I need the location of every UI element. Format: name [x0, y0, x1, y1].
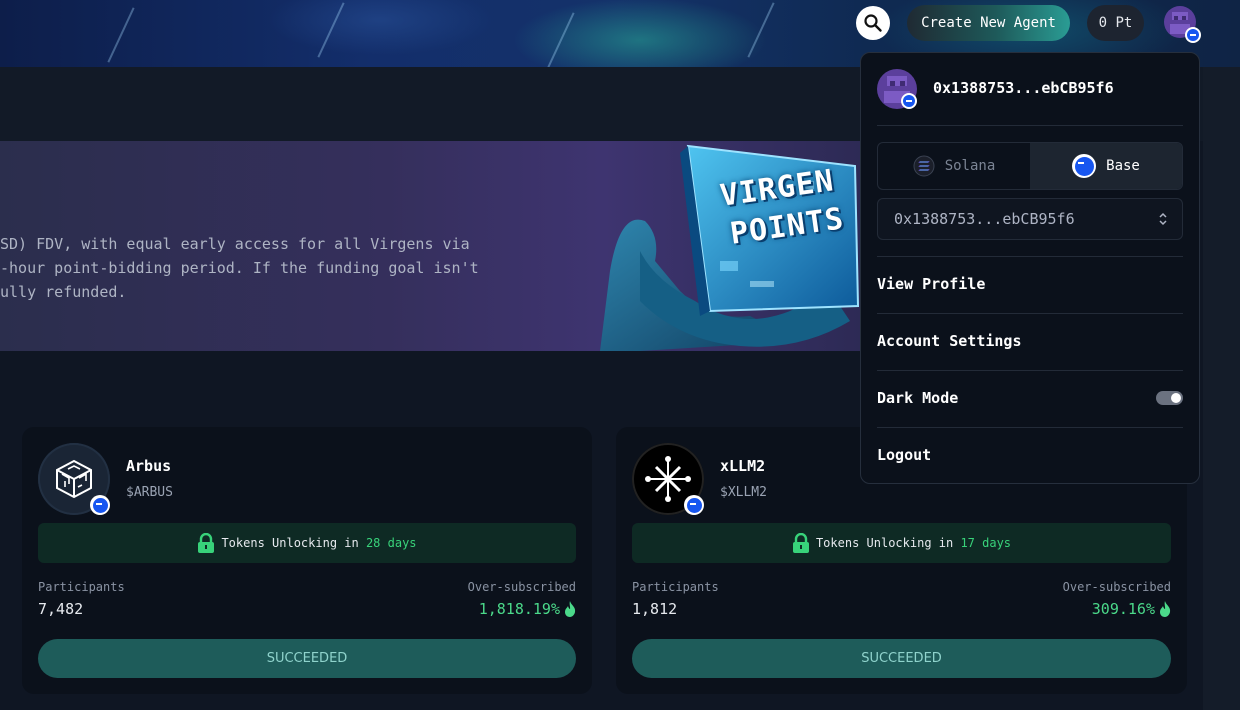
oversubscribed-percent: 1,818.19% — [478, 600, 560, 618]
lock-icon — [198, 533, 215, 553]
chain-option-base[interactable]: Base — [1030, 143, 1182, 189]
base-chain-icon — [684, 495, 704, 515]
hero-line: SD) FDV, with equal early access for all… — [0, 235, 470, 253]
unlock-text: Tokens Unlocking in 17 days — [816, 536, 1011, 550]
participants-value: 7,482 — [38, 600, 84, 618]
solana-icon — [913, 155, 935, 177]
agent-card[interactable]: Arbus $ARBUS Tokens Unlocking in 28 days… — [22, 427, 592, 694]
fire-icon — [1160, 601, 1171, 617]
base-chain-icon — [90, 495, 110, 515]
chain-option-solana[interactable]: Solana — [878, 143, 1030, 189]
account-dropdown: 0x1388753...ebCB95f6 Solana Base 0x13887… — [860, 52, 1200, 484]
agent-ticker: $XLLM2 — [720, 485, 767, 500]
wallet-select-value: 0x1388753...ebCB95f6 — [894, 210, 1075, 228]
oversubscribed-percent: 309.16% — [1091, 600, 1155, 618]
oversubscribed-label: Over-subscribed — [1062, 580, 1171, 594]
status-button[interactable]: SUCCEEDED — [38, 639, 576, 678]
wallet-address: 0x1388753...ebCB95f6 — [933, 79, 1114, 97]
agent-name: Arbus — [126, 457, 172, 475]
agent-ticker: $ARBUS — [126, 485, 173, 500]
agent-logo — [38, 443, 110, 515]
cube-maze-icon — [56, 459, 92, 499]
base-chain-icon — [1072, 154, 1097, 178]
virgen-points-illustration: VIRGEN POINTS — [600, 141, 860, 351]
oversubscribed-label: Over-subscribed — [467, 580, 576, 594]
oversubscribed-value: 309.16% — [1092, 600, 1171, 618]
unlock-days: 28 days — [365, 536, 417, 550]
wallet-select[interactable]: 0x1388753...ebCB95f6 — [877, 198, 1183, 240]
unlock-text: Tokens Unlocking in 28 days — [221, 536, 416, 550]
unlock-banner: Tokens Unlocking in 28 days — [38, 523, 576, 563]
unlock-prefix: Tokens Unlocking in — [221, 536, 366, 550]
page-right-edge — [1203, 67, 1240, 710]
base-chain-icon — [1185, 27, 1201, 43]
unlock-prefix: Tokens Unlocking in — [815, 536, 961, 550]
create-new-agent-button[interactable]: Create New Agent — [907, 5, 1070, 41]
menu-item-view-profile[interactable]: View Profile — [877, 256, 1183, 312]
points-button[interactable]: 0 Pt — [1087, 5, 1144, 41]
chevron-up-down-icon — [1159, 212, 1167, 226]
background-streak — [107, 7, 135, 63]
base-chain-icon — [901, 93, 917, 109]
chain-label: Solana — [944, 158, 996, 174]
chain-label: Base — [1106, 158, 1140, 174]
search-icon — [864, 14, 882, 32]
menu-label: Dark Mode — [877, 389, 959, 407]
background-streak — [547, 12, 575, 67]
dropdown-avatar — [877, 69, 917, 109]
user-avatar-button[interactable] — [1164, 6, 1201, 43]
hero-line: ully refunded. — [0, 283, 127, 301]
menu-label: Account Settings — [877, 332, 1022, 350]
menu-item-dark-mode[interactable]: Dark Mode — [877, 370, 1183, 426]
agent-logo — [632, 443, 704, 515]
chain-switcher: Solana Base — [877, 142, 1183, 190]
network-x-icon — [645, 456, 691, 502]
menu-label: View Profile — [877, 275, 986, 293]
dark-mode-toggle[interactable] — [1156, 391, 1183, 405]
search-button[interactable] — [856, 6, 890, 40]
fire-icon — [565, 601, 576, 617]
participants-label: Participants — [632, 580, 719, 594]
agent-name: xLLM2 — [720, 457, 766, 475]
participants-label: Participants — [38, 580, 125, 594]
unlock-banner: Tokens Unlocking in 17 days — [632, 523, 1171, 563]
hero-banner: SD) FDV, with equal early access for all… — [0, 141, 860, 351]
unlock-days: 17 days — [960, 536, 1012, 550]
background-streak — [747, 2, 775, 58]
participants-value: 1,812 — [632, 600, 678, 618]
lock-icon — [792, 533, 809, 553]
menu-item-logout[interactable]: Logout — [877, 427, 1183, 483]
hero-line: -hour point-bidding period. If the fundi… — [0, 259, 479, 277]
divider — [877, 125, 1183, 126]
menu-label: Logout — [877, 446, 932, 464]
menu-item-account-settings[interactable]: Account Settings — [877, 313, 1183, 369]
status-button[interactable]: SUCCEEDED — [632, 639, 1171, 678]
hero-description: SD) FDV, with equal early access for all… — [0, 232, 520, 304]
oversubscribed-value: 1,818.19% — [479, 600, 576, 618]
background-streak — [317, 2, 345, 58]
